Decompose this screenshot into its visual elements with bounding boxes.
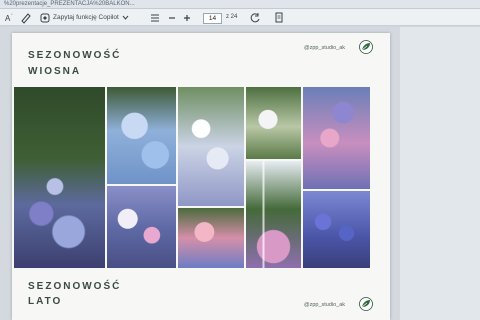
pdf-toolbar: Aˇ Zapytaj funkcję Copilot 14 z 24 — [0, 9, 480, 26]
photo-white-delphinium — [178, 87, 244, 206]
studio-handle: @zpp_studio_ak — [304, 302, 346, 308]
viewer-right-area — [400, 27, 480, 320]
photo-spring-meadow — [14, 87, 105, 268]
rotate-icon[interactable] — [250, 9, 261, 26]
photo-blue-hydrangeas — [107, 87, 176, 184]
page-view-icon[interactable] — [274, 9, 284, 26]
heading-summer-line2: LATO — [28, 296, 63, 307]
menu-icon[interactable] — [150, 9, 160, 26]
logo-icon — [359, 297, 373, 311]
page-total: z 24 — [226, 14, 238, 20]
studio-handle: @zpp_studio_ak — [304, 45, 346, 51]
heading-spring-line1: SEZONOWOŚĆ — [28, 50, 122, 61]
photo-pink-peonies — [303, 87, 370, 189]
address-bar[interactable]: %20prezentacje_PREZENTACJA%20BALKON... — [0, 0, 480, 9]
photo-white-tulips — [107, 186, 176, 268]
photo-pink-garden-path — [178, 208, 244, 268]
copilot-button[interactable]: Zapytaj funkcję Copilot — [40, 9, 129, 26]
chevron-down-icon — [122, 15, 129, 20]
page-number-input[interactable]: 14 — [203, 13, 222, 24]
svg-text:ˇ: ˇ — [11, 14, 13, 20]
heading-summer-line1: SEZONOWOŚĆ — [28, 281, 122, 292]
minus-icon[interactable] — [168, 9, 176, 26]
plus-icon[interactable] — [183, 9, 191, 26]
address-path: %20prezentacje_PREZENTACJA%20BALKON... — [4, 1, 135, 7]
heading-spring-line2: WIOSNA — [28, 66, 82, 77]
presentation-slide: SEZONOWOŚĆ WIOSNA @zpp_studio_ak SEZONOW… — [12, 33, 390, 320]
logo-icon — [359, 40, 373, 54]
photo-porch-flowers — [246, 161, 301, 268]
draw-icon[interactable] — [20, 9, 32, 26]
photo-purple-alliums — [303, 191, 370, 268]
text-cursor-icon[interactable]: Aˇ — [4, 9, 16, 26]
copilot-icon — [40, 13, 50, 22]
photo-white-roses — [246, 87, 301, 159]
copilot-label: Zapytaj funkcję Copilot — [53, 14, 119, 21]
